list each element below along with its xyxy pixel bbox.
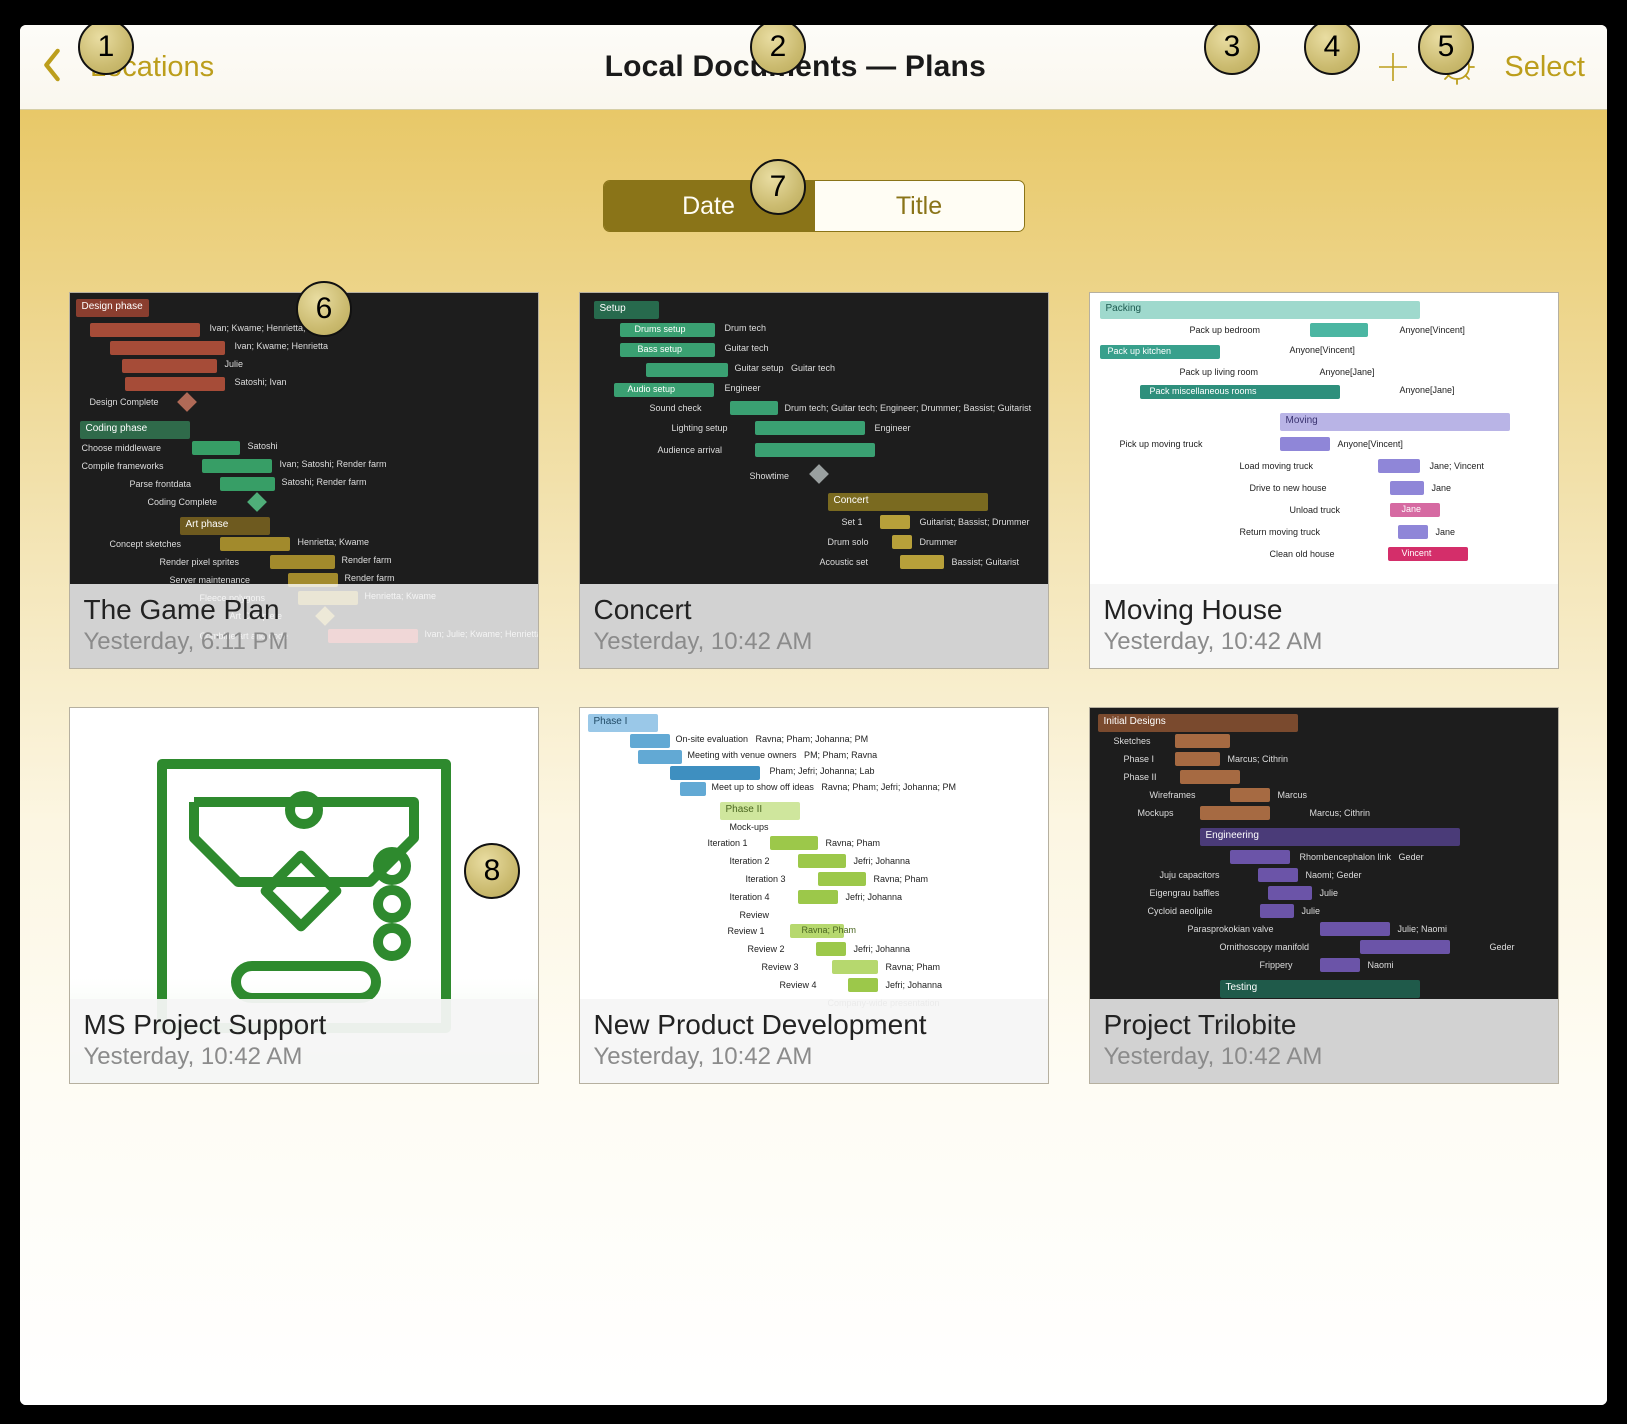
page-title: Local Documents — Plans: [605, 50, 986, 84]
document-meta: New Product Development Yesterday, 10:42…: [580, 999, 1048, 1083]
document-title: Concert: [594, 594, 1034, 626]
document-meta: Moving House Yesterday, 10:42 AM: [1090, 584, 1558, 668]
document-tile[interactable]: Design phase Ivan; Kwame; Henrietta; Jul…: [69, 292, 539, 669]
document-tile[interactable]: MS Project Support Yesterday, 10:42 AM: [69, 707, 539, 1084]
document-meta: Project Trilobite Yesterday, 10:42 AM: [1090, 999, 1558, 1083]
document-title: New Product Development: [594, 1009, 1034, 1041]
sort-segmented-control: Date Title: [603, 180, 1025, 232]
segment-date[interactable]: Date: [604, 181, 814, 231]
document-tile[interactable]: Phase I On-site evaluation Ravna; Pham; …: [579, 707, 1049, 1084]
add-button[interactable]: [1376, 50, 1410, 84]
gear-icon[interactable]: [1438, 48, 1476, 86]
document-subtitle: Yesterday, 10:42 AM: [594, 628, 1034, 656]
document-meta: The Game Plan Yesterday, 6:11 PM: [70, 584, 538, 668]
document-tile[interactable]: Packing Pack up bedroomAnyone[Vincent] P…: [1089, 292, 1559, 669]
document-title: The Game Plan: [84, 594, 524, 626]
document-title: Project Trilobite: [1104, 1009, 1544, 1041]
document-meta: Concert Yesterday, 10:42 AM: [580, 584, 1048, 668]
content-area: Date Title Design phase Ivan; Kwame; Hen…: [20, 110, 1607, 1405]
document-meta: MS Project Support Yesterday, 10:42 AM: [70, 999, 538, 1083]
document-tile[interactable]: Setup Drums setupDrum tech Bass setupGui…: [579, 292, 1049, 669]
document-subtitle: Yesterday, 10:42 AM: [1104, 628, 1544, 656]
back-chevron-icon[interactable]: [42, 48, 62, 87]
app-window: Locations Local Documents — Plans Select: [20, 25, 1607, 1405]
segment-title[interactable]: Title: [814, 181, 1024, 231]
document-title: MS Project Support: [84, 1009, 524, 1041]
select-button[interactable]: Select: [1504, 51, 1585, 84]
document-title: Moving House: [1104, 594, 1544, 626]
document-subtitle: Yesterday, 10:42 AM: [594, 1043, 1034, 1071]
document-subtitle: Yesterday, 10:42 AM: [84, 1043, 524, 1071]
document-subtitle: Yesterday, 6:11 PM: [84, 628, 524, 656]
navbar: Locations Local Documents — Plans Select: [20, 25, 1607, 110]
document-subtitle: Yesterday, 10:42 AM: [1104, 1043, 1544, 1071]
document-tile[interactable]: Initial Designs Sketches Phase IMarcus; …: [1089, 707, 1559, 1084]
document-grid: Design phase Ivan; Kwame; Henrietta; Jul…: [20, 292, 1607, 1084]
back-button-label[interactable]: Locations: [90, 51, 214, 84]
